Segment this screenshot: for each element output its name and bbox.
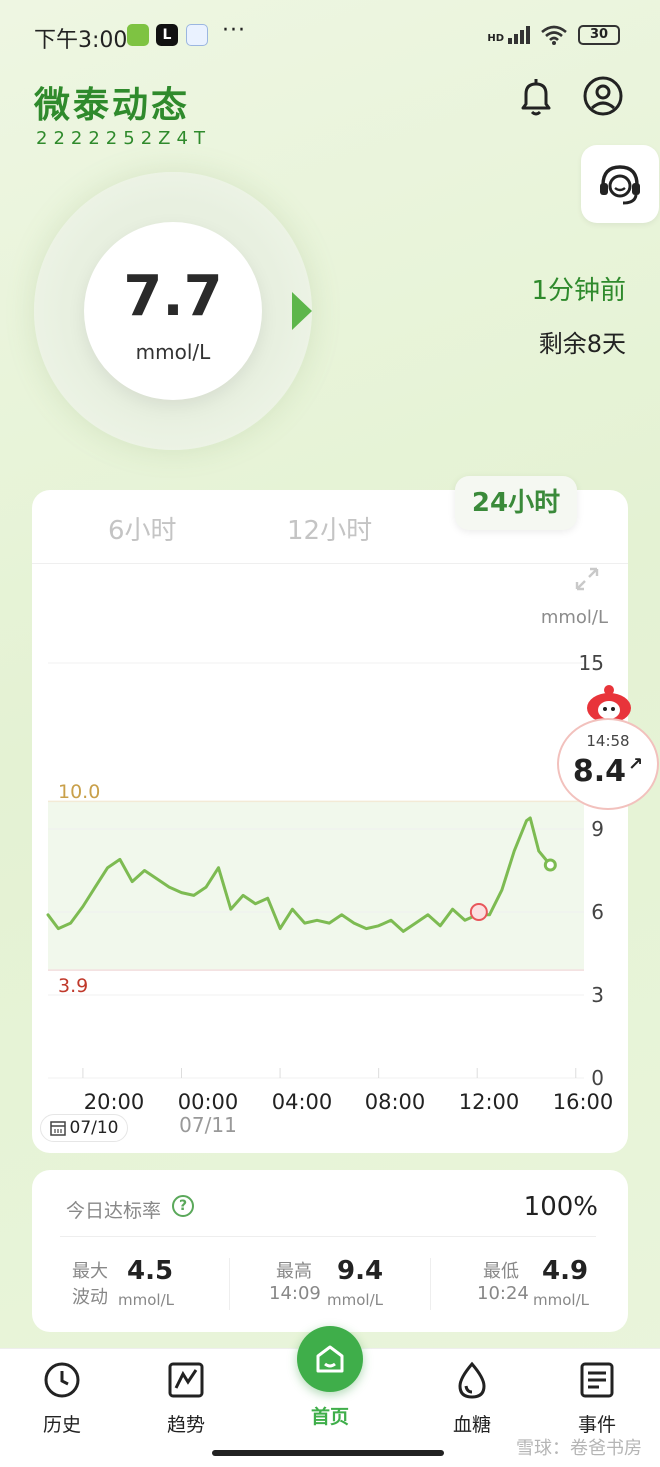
- link-app-icon: [186, 24, 208, 46]
- wechat-app-icon: [127, 24, 149, 46]
- battery-indicator: 30: [578, 25, 620, 45]
- l-app-icon: L: [156, 24, 178, 46]
- history-clock-icon: [44, 1362, 80, 1398]
- x-tick-0000: 00:00: [177, 1090, 239, 1114]
- wifi-icon: [541, 25, 567, 45]
- tab-6h[interactable]: 6小时: [108, 510, 177, 547]
- nav-trend[interactable]: 趋势: [141, 1356, 231, 1437]
- trend-chart-icon: [168, 1362, 204, 1398]
- nav-glucose-label: 血糖: [452, 1414, 491, 1436]
- latest-reading-time: 14:58: [586, 732, 630, 750]
- hd-label: HD: [487, 33, 504, 44]
- max-value-label: 最高: [276, 1261, 312, 1282]
- home-indicator: [212, 1450, 444, 1456]
- latest-reading-bubble[interactable]: 14:58 8.4 ↗: [557, 718, 659, 810]
- current-glucose-value: 7.7: [123, 264, 223, 329]
- tab-12h[interactable]: 12小时: [287, 510, 372, 547]
- watermark: 雪球：卷爸书房: [516, 1438, 642, 1459]
- status-time: 下午3:00: [34, 28, 128, 53]
- last-update-time: 1分钟前: [531, 276, 626, 306]
- y-tick-0: 0: [591, 1066, 604, 1090]
- tab-24h[interactable]: 24小时: [455, 476, 577, 530]
- low-limit-label: 3.9: [58, 975, 89, 997]
- x-tick-1200: 12:00: [458, 1090, 520, 1114]
- start-date-chip[interactable]: 07/10: [40, 1114, 128, 1142]
- y-tick-15: 15: [578, 651, 604, 675]
- x-tick-0400: 04:00: [271, 1090, 333, 1114]
- blood-drop-icon: [458, 1361, 486, 1399]
- nav-history-label: 历史: [42, 1414, 81, 1436]
- glucose-chart[interactable]: [32, 560, 628, 1100]
- customer-service-button[interactable]: [581, 145, 659, 223]
- nav-events-label: 事件: [577, 1414, 616, 1436]
- max-fluctuation-value: 4.5: [127, 1256, 174, 1286]
- glucose-gauge[interactable]: 7.7 mmol/L: [84, 222, 262, 400]
- max-value-time: 14:09: [269, 1283, 321, 1304]
- x-tick-0800: 08:00: [364, 1090, 426, 1114]
- in-range-rate-value: 100%: [523, 1192, 598, 1222]
- min-value-time: 10:24: [477, 1283, 529, 1304]
- sensor-remaining-days: 剩余8天: [538, 330, 626, 358]
- y-tick-9: 9: [591, 817, 604, 841]
- headset-icon: [600, 165, 640, 205]
- high-limit-label: 10.0: [58, 781, 101, 803]
- latest-reading-value: 8.4 ↗: [572, 754, 644, 789]
- x-tick-2000: 20:00: [83, 1090, 145, 1114]
- in-range-rate-label: 今日达标率: [66, 1200, 162, 1222]
- more-notifications-icon: ···: [222, 18, 246, 43]
- gauge-arrow-icon: [292, 292, 312, 330]
- max-fluctuation-unit: mmol/L: [118, 1291, 174, 1309]
- x-date-label: 07/11: [179, 1113, 237, 1137]
- min-value: 4.9: [542, 1256, 589, 1286]
- x-tick-1600: 16:00: [552, 1090, 614, 1114]
- min-value-label: 最低: [483, 1261, 519, 1282]
- events-list-icon: [580, 1362, 614, 1398]
- profile-icon[interactable]: [581, 74, 625, 118]
- max-fluctuation-label-1: 最大: [72, 1261, 108, 1282]
- nav-home-button[interactable]: [297, 1326, 363, 1392]
- nav-events[interactable]: 事件: [552, 1356, 642, 1437]
- nav-trend-label: 趋势: [166, 1414, 205, 1436]
- latest-point: [543, 858, 557, 872]
- y-tick-3: 3: [591, 983, 604, 1007]
- start-date-text: 07/10: [69, 1118, 119, 1138]
- help-icon[interactable]: ?: [172, 1195, 194, 1217]
- event-marker-icon: [469, 903, 488, 921]
- status-indicators: HD 30: [487, 24, 620, 46]
- y-tick-6: 6: [591, 900, 604, 924]
- trend-arrow-icon: ↗: [628, 754, 644, 775]
- nav-history[interactable]: 历史: [17, 1356, 107, 1437]
- notification-bell-icon[interactable]: [514, 74, 558, 118]
- nav-glucose[interactable]: 血糖: [427, 1356, 517, 1437]
- device-id: 2222252Z4T: [36, 128, 211, 149]
- nav-home-label[interactable]: 首页: [285, 1402, 375, 1429]
- stats-vdivider-2: [430, 1258, 431, 1310]
- home-icon: [316, 1345, 344, 1373]
- max-value: 9.4: [337, 1256, 384, 1286]
- calendar-icon: [49, 1121, 66, 1136]
- max-value-unit: mmol/L: [327, 1291, 383, 1309]
- stats-vdivider-1: [229, 1258, 230, 1310]
- app-title: 微泰动态: [34, 85, 191, 126]
- max-fluctuation-label-2: 波动: [72, 1287, 108, 1308]
- current-glucose-unit: mmol/L: [135, 340, 211, 364]
- signal-icon: HD: [487, 26, 530, 44]
- stats-divider: [60, 1236, 596, 1237]
- min-value-unit: mmol/L: [533, 1291, 589, 1309]
